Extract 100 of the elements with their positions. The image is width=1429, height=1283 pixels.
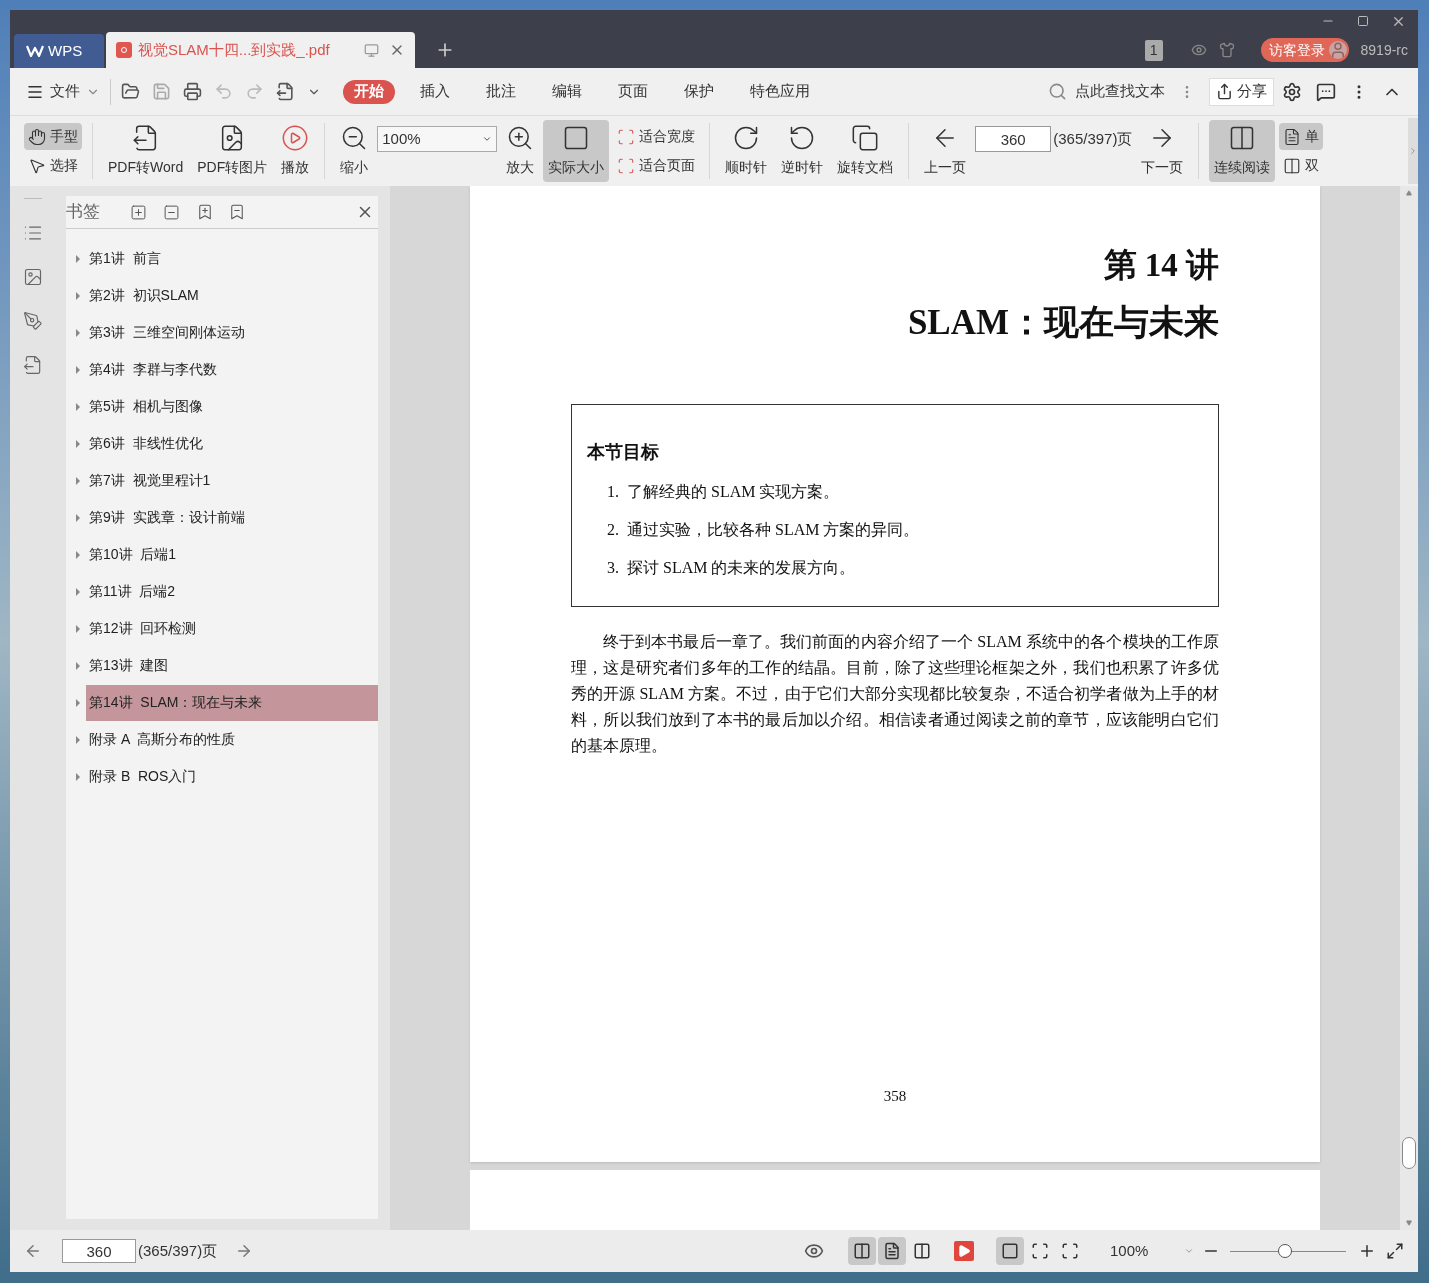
bookmark-item[interactable]: 第10讲 后端1	[86, 536, 378, 573]
toolbar-button[interactable]: 手型	[24, 123, 82, 150]
export-icon[interactable]	[22, 355, 43, 375]
ribbon-tab[interactable]: 插入	[409, 79, 461, 104]
page-input[interactable]: 360	[975, 126, 1052, 152]
ribbon-tab[interactable]: 页面	[607, 79, 659, 104]
toolbar-button[interactable]: 双	[1279, 152, 1324, 179]
toolbar-button[interactable]: 放大	[501, 120, 540, 182]
toolbar-button[interactable]: 单	[1279, 123, 1324, 150]
expand-all-icon[interactable]	[130, 203, 147, 221]
maximize-icon[interactable]	[1357, 15, 1369, 27]
ribbon-tab[interactable]: 保护	[673, 79, 725, 104]
toolbar-button[interactable]: 适合页面	[613, 152, 700, 179]
ribbon-tab[interactable]: 开始	[343, 79, 395, 104]
expand-triangle-icon[interactable]	[76, 439, 80, 448]
expand-triangle-icon[interactable]	[76, 402, 80, 411]
view-mode-button[interactable]	[848, 1237, 876, 1265]
toolbar-button[interactable]: 选择	[24, 152, 82, 179]
pdf-file-icon	[116, 42, 132, 58]
print-icon[interactable]	[183, 82, 202, 101]
toolbar-button[interactable]: 适合宽度	[613, 123, 700, 150]
expand-triangle-icon[interactable]	[76, 476, 80, 485]
ribbon-tab[interactable]: 批注	[475, 79, 527, 104]
eye-icon[interactable]	[1190, 42, 1207, 58]
bookmark-item[interactable]: 第14讲 SLAM：现在与未来	[86, 684, 378, 721]
expand-triangle-icon[interactable]	[76, 587, 80, 596]
document-tab[interactable]: 视觉SLAM十四...到实践_.pdf	[106, 32, 415, 68]
zoom-slider[interactable]	[1230, 1243, 1346, 1259]
bookmark-item[interactable]: 第7讲 视觉里程计1	[86, 462, 378, 499]
view-mode-button[interactable]	[878, 1237, 906, 1265]
monitor-icon[interactable]	[364, 42, 379, 58]
shirt-icon[interactable]	[1218, 42, 1235, 58]
toolbar-button[interactable]: 连续阅读	[1209, 120, 1276, 182]
file-menu[interactable]: 文件	[26, 80, 100, 103]
export-icon[interactable]	[276, 82, 295, 101]
search-field[interactable]: 点此查找文本	[1075, 80, 1171, 103]
previous-page-icon[interactable]	[24, 1242, 42, 1260]
expand-triangle-icon[interactable]	[76, 624, 80, 633]
expand-triangle-icon[interactable]	[76, 550, 80, 559]
expand-triangle-icon[interactable]	[76, 661, 80, 670]
bookmark-item[interactable]: 第1讲 前言	[86, 240, 378, 277]
pen-icon[interactable]	[22, 311, 43, 331]
expand-triangle-icon[interactable]	[76, 698, 80, 707]
expand-triangle-icon[interactable]	[76, 328, 80, 337]
page-icon	[1283, 127, 1302, 146]
bookmark-item[interactable]: 第11讲 后端2	[86, 573, 378, 610]
list-number: 2.	[607, 520, 619, 540]
fit-mode-button[interactable]	[996, 1237, 1024, 1265]
play-icon[interactable]	[954, 1241, 974, 1261]
hand-icon	[28, 127, 46, 146]
bookmark-item[interactable]: 第9讲 实践章：设计前端	[86, 499, 378, 536]
toolbar-button[interactable]: 顺时针	[720, 120, 773, 182]
slider-thumb[interactable]	[1277, 1244, 1292, 1258]
share-button[interactable]: 分享	[1209, 77, 1274, 106]
app-tab[interactable]: WPS	[14, 34, 104, 68]
bookmark-item[interactable]: 第12讲 回环检测	[86, 610, 378, 647]
eye-icon[interactable]	[804, 1241, 824, 1261]
expand-triangle-icon[interactable]	[76, 365, 80, 374]
list-number: 1.	[607, 482, 619, 502]
page-count: (365/397)页	[138, 1240, 218, 1261]
tab-count-badge[interactable]: 1	[1144, 39, 1163, 61]
bookmark-item[interactable]: 第2讲 初识SLAM	[86, 277, 378, 314]
zoom-select[interactable]: 100%	[1110, 1239, 1194, 1263]
add-bookmark-icon[interactable]	[196, 203, 214, 221]
expand-triangle-icon[interactable]	[76, 735, 80, 744]
toolbar-button[interactable]: PDF转图片	[192, 120, 273, 182]
collapse-all-icon[interactable]	[163, 203, 180, 221]
toolbar-button[interactable]: 旋转文档	[832, 120, 899, 182]
toolbar-button[interactable]: 上一页	[919, 120, 972, 182]
toolbar-button[interactable]: 播放	[276, 120, 315, 182]
ribbon-tab[interactable]: 编辑	[541, 79, 593, 104]
page-input[interactable]: 360	[62, 1239, 136, 1263]
fullscreen-icon[interactable]	[1386, 1242, 1404, 1260]
toolbar-button[interactable]: 下一页	[1136, 120, 1189, 182]
bookmark-item[interactable]: 附录 A 高斯分布的性质	[86, 721, 378, 758]
toolbar-button[interactable]: 缩小	[335, 120, 374, 182]
bookmark-item[interactable]: 第13讲 建图	[86, 647, 378, 684]
bookmark-item[interactable]: 第5讲 相机与图像	[86, 388, 378, 425]
fit-icon	[1001, 1242, 1019, 1260]
image-icon[interactable]	[22, 267, 43, 287]
zoom-in-icon[interactable]	[1358, 1242, 1376, 1260]
comment-icon[interactable]	[1316, 81, 1336, 102]
ribbon-tab[interactable]: 特色应用	[739, 79, 821, 104]
scrollbar-drawing[interactable]	[1400, 186, 1418, 1230]
toolbar-button[interactable]: PDF转Word	[103, 120, 189, 182]
toolbar-button[interactable]: 逆时针	[776, 120, 829, 182]
bookmark-item[interactable]: 第3讲 三维空间刚体运动	[86, 314, 378, 351]
expand-triangle-icon[interactable]	[76, 513, 80, 522]
remove-bookmark-icon[interactable]	[228, 203, 246, 221]
expand-triangle-icon[interactable]	[76, 291, 80, 300]
avatar-icon	[1328, 41, 1347, 59]
zoom-select[interactable]: 100%	[377, 126, 498, 152]
bookmark-item[interactable]: 第6讲 非线性优化	[86, 425, 378, 462]
expand-triangle-icon[interactable]	[76, 772, 80, 781]
open-folder-icon[interactable]	[121, 82, 140, 101]
toolbar-button[interactable]: 实际大小	[543, 120, 610, 182]
settings-icon[interactable]	[1282, 81, 1302, 102]
bookmark-item[interactable]: 第4讲 李群与李代数	[86, 351, 378, 388]
expand-triangle-icon[interactable]	[76, 254, 80, 263]
bookmark-item[interactable]: 附录 B ROS入门	[86, 758, 378, 795]
